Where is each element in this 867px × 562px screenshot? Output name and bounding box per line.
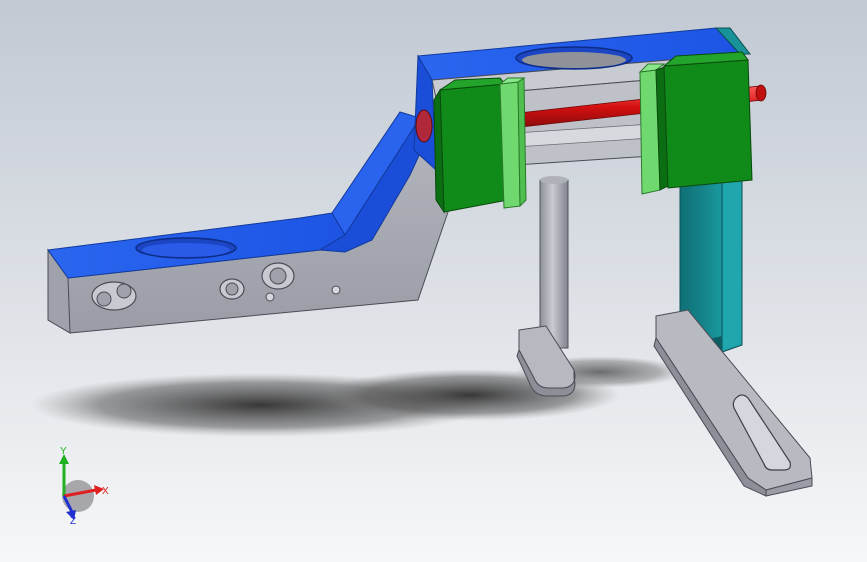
left-green-jaw[interactable]	[433, 77, 527, 214]
bent-arm-bracket[interactable]	[47, 109, 463, 334]
locating-pin[interactable]	[516, 176, 576, 397]
ground-shadow	[30, 356, 685, 437]
y-axis-label: Y	[60, 446, 67, 457]
z-axis-label: Z	[70, 516, 76, 526]
cad-model-view[interactable]	[0, 0, 867, 562]
x-axis-label: X	[102, 486, 109, 497]
right-green-jaw[interactable]	[638, 51, 753, 195]
coordinate-triad: Y X Z	[59, 446, 109, 526]
block-side-hole	[415, 109, 433, 143]
graphics-viewport[interactable]: Y X Z	[0, 0, 867, 562]
